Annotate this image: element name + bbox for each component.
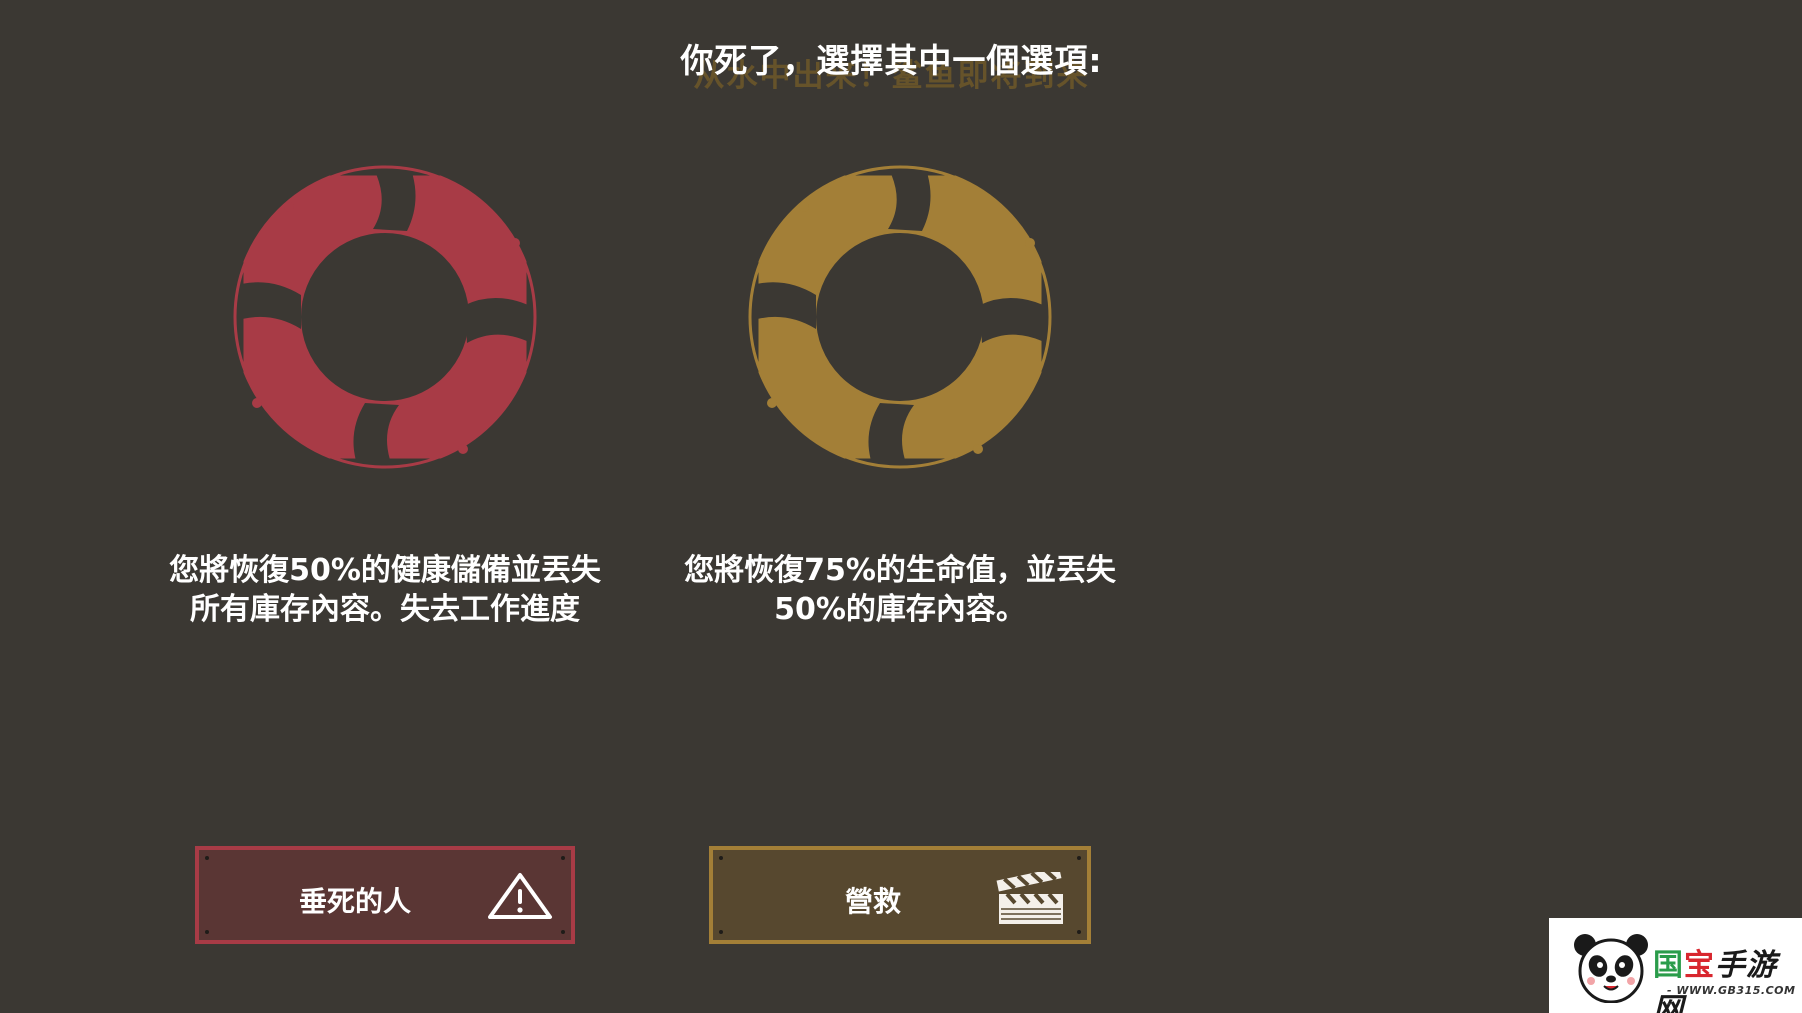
lifebuoy-icon (748, 165, 1052, 469)
option-description: 您將恢復50%的健康儲備並丟失所有庫存內容。失去工作進度 (169, 553, 601, 627)
rivet (561, 856, 565, 860)
button-label: 垂死的人 (299, 885, 412, 918)
rivet (1077, 856, 1081, 860)
rivet (719, 856, 723, 860)
death-title: 你死了，選擇其中一個選項: (680, 41, 1103, 80)
option-description: 您將恢復75%的生命值，並丟失50%的庫存內容。 (684, 553, 1116, 627)
rescue-button[interactable]: 營救 (709, 846, 1091, 944)
panda-logo-icon (1574, 934, 1648, 1003)
rivet (719, 930, 723, 934)
lifebuoy-icon (233, 165, 537, 469)
site-watermark: 国宝手游网 - WWW.GB315.COM - (1549, 918, 1802, 1013)
dying-person-button[interactable]: 垂死的人 (195, 846, 575, 944)
watermark-url: - WWW.GB315.COM - (1667, 984, 1796, 1010)
warning-triangle-icon (488, 873, 552, 919)
rivet (561, 930, 565, 934)
rivet (205, 856, 209, 860)
button-label: 營救 (845, 885, 902, 918)
death-screen: 从水中出来！鲨鱼即将到来 你死了，選擇其中一個選項: 您將恢復50%的健康儲備並… (0, 0, 1802, 1013)
clapperboard-icon (996, 872, 1063, 924)
rivet (1077, 930, 1081, 934)
rivet (205, 930, 209, 934)
